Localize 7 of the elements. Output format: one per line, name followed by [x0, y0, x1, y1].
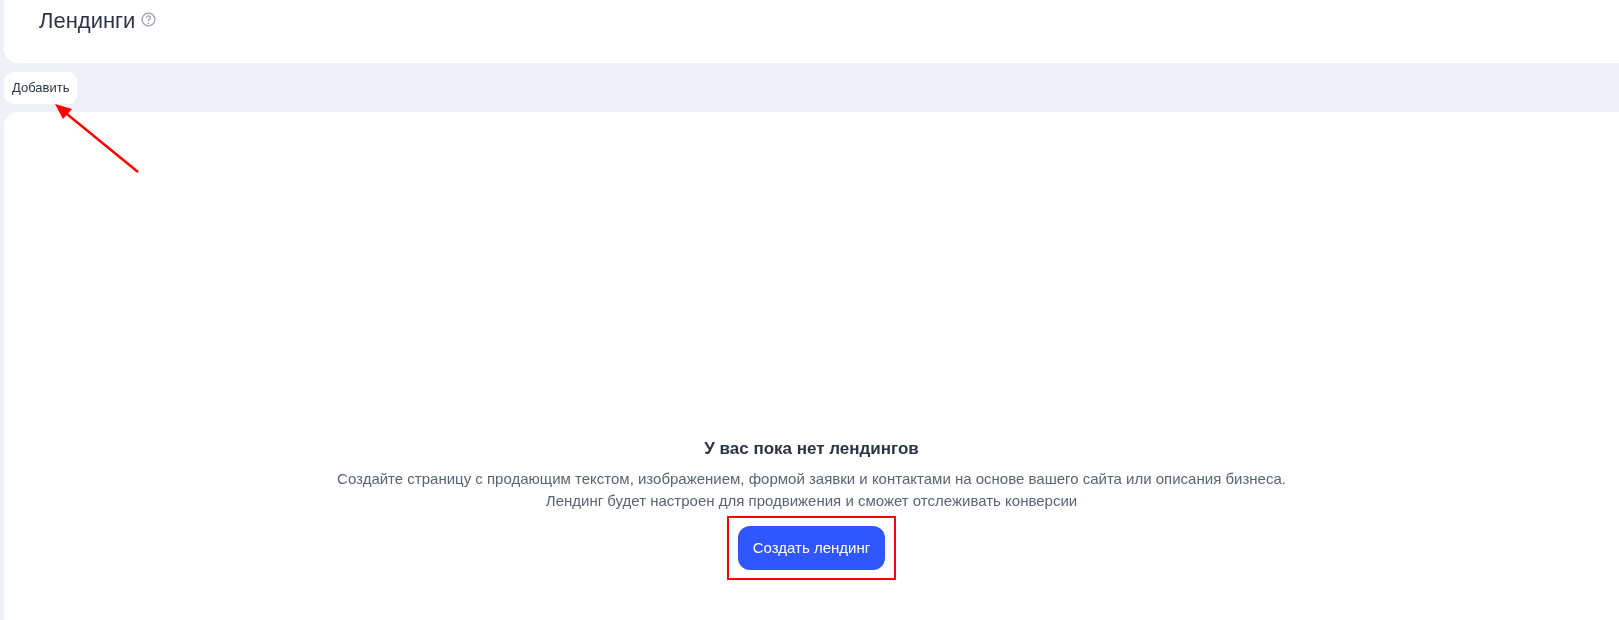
create-landing-button[interactable]: Создать лендинг: [737, 525, 886, 570]
description-line: Создайте страницу с продающим текстом, изображением, формой заявки и контактами на основе вашего сайта или описания бизнеса.: [337, 468, 1286, 489]
description-line: Лендинг будет настроен для продвижения и сможет отслеживать конверсии: [544, 490, 1079, 511]
page-title: Лендинги: [39, 7, 136, 35]
add-button[interactable]: Добавить: [4, 72, 78, 104]
help-icon[interactable]: [141, 12, 157, 27]
empty-state-heading: У вас пока нет лендингов: [704, 438, 919, 460]
